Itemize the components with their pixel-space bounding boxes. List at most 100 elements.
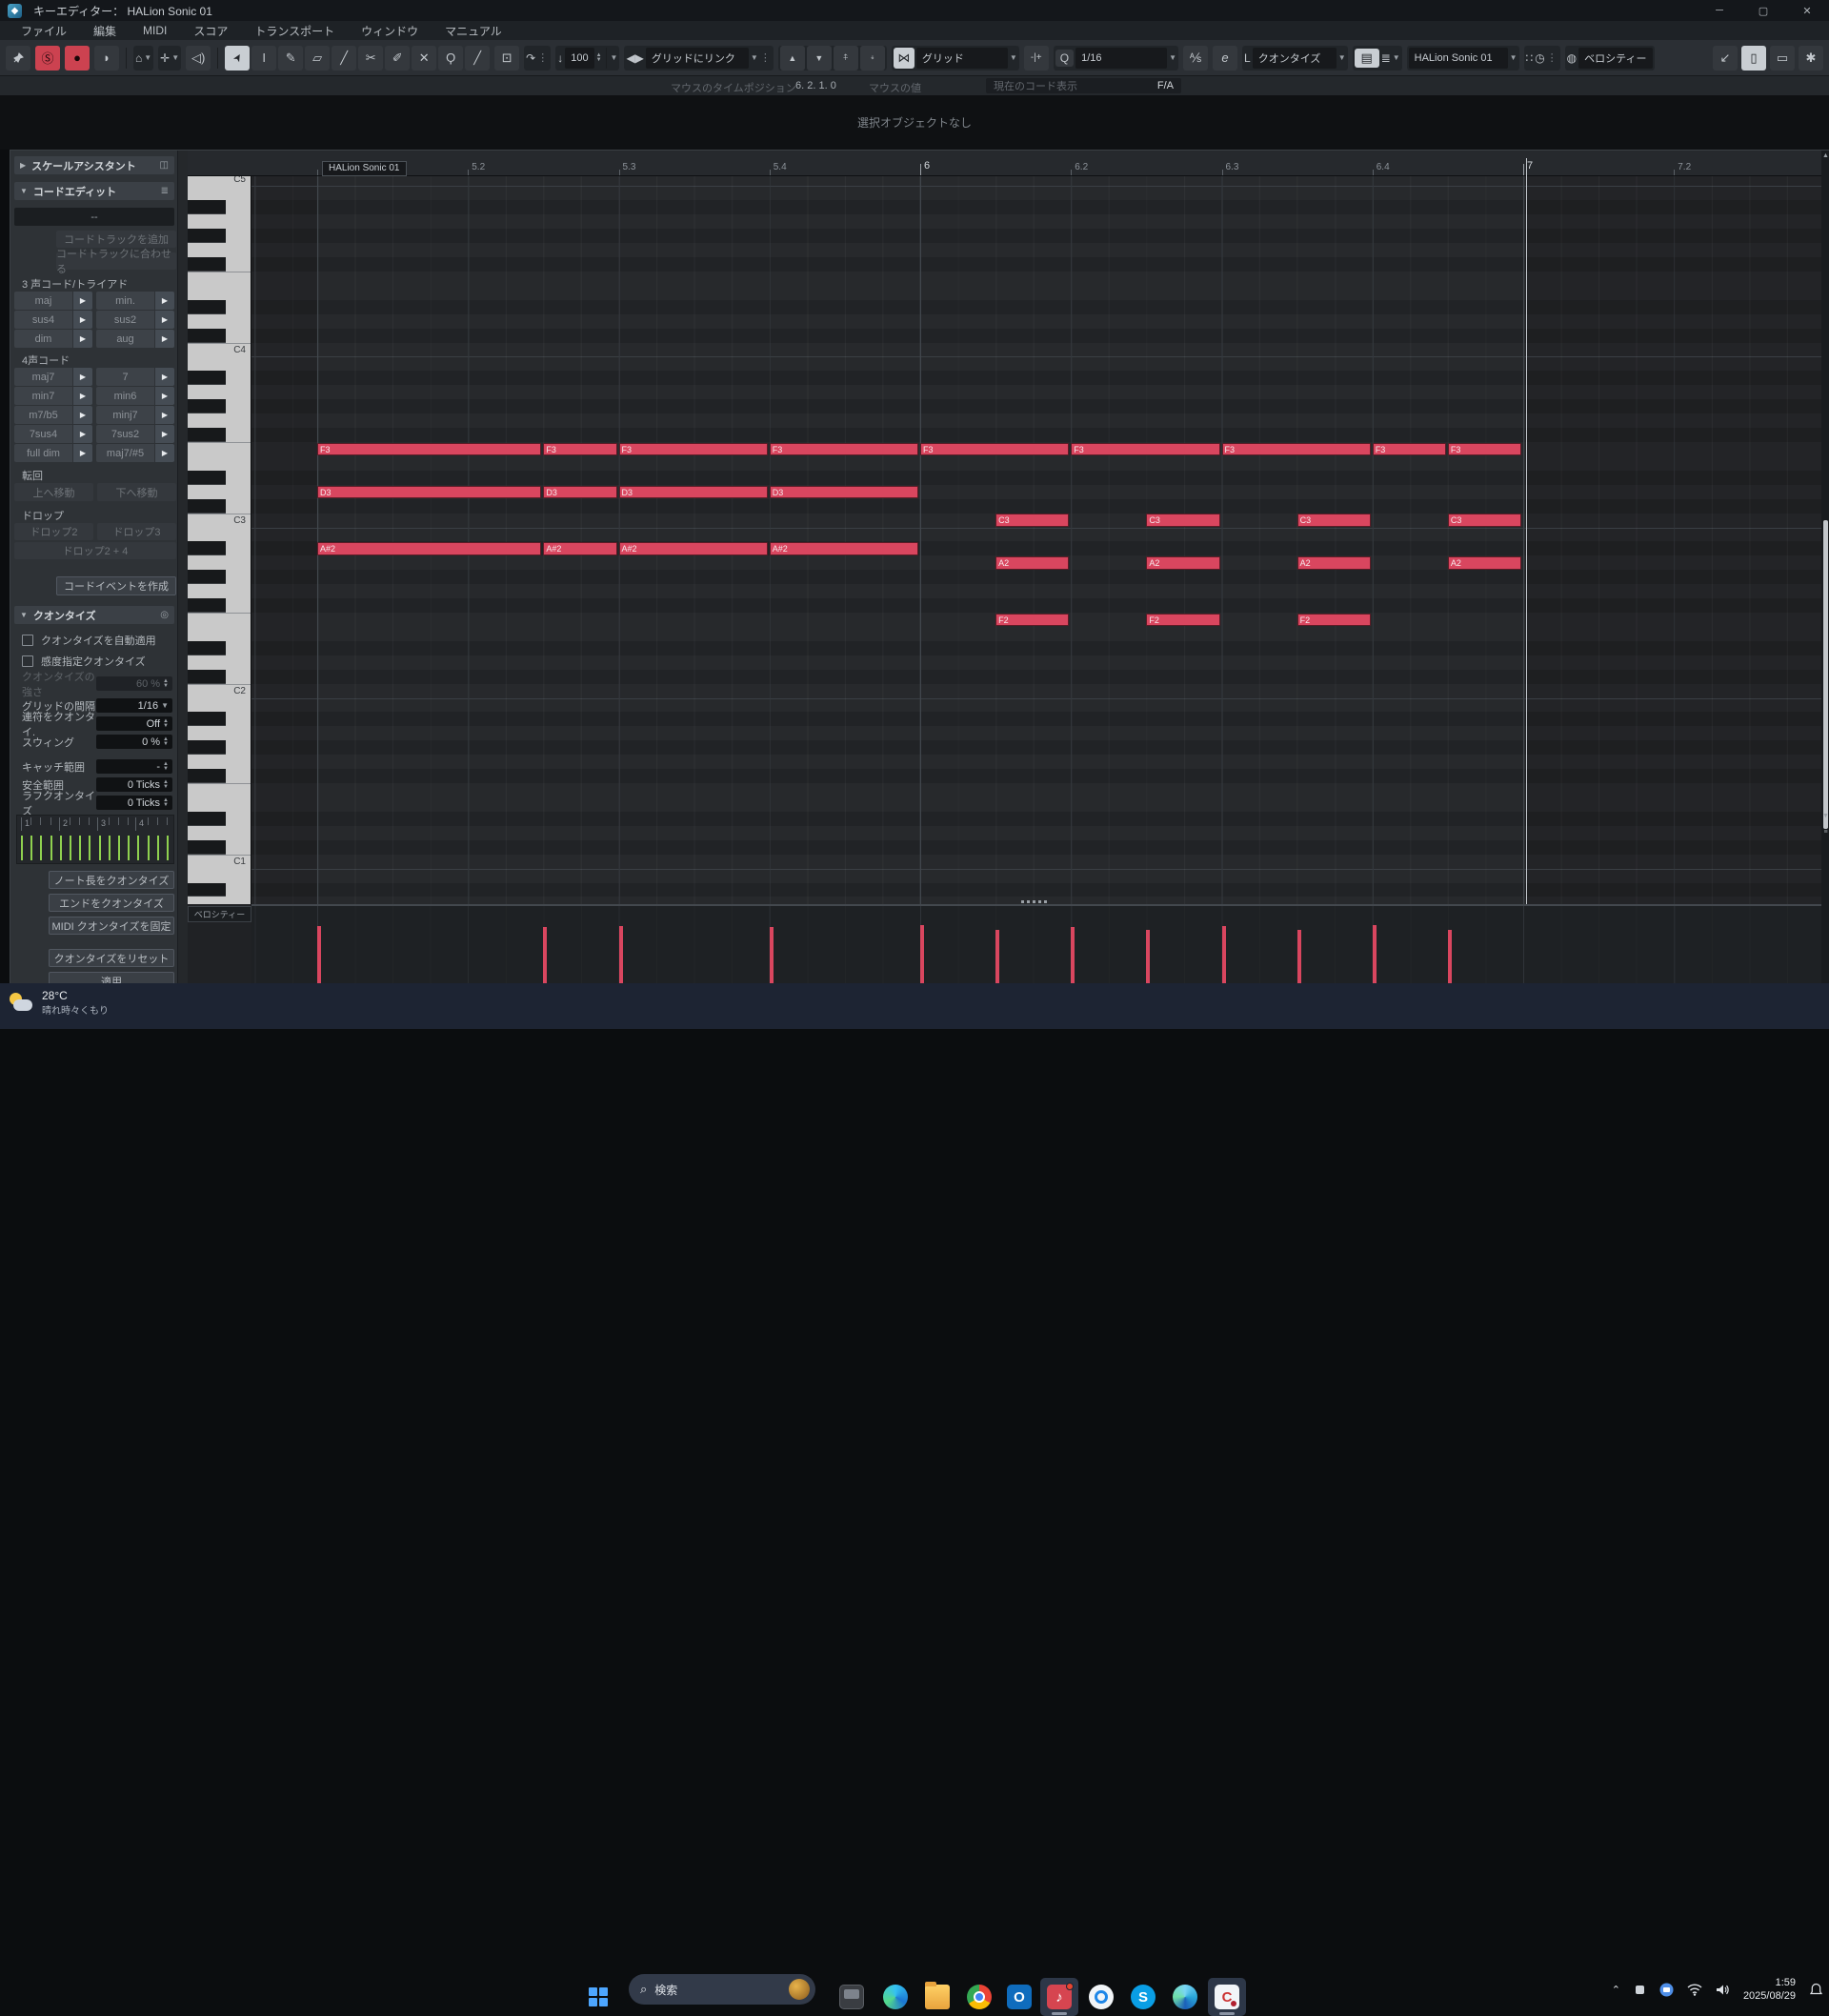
midi-note-F3[interactable]: F3	[1373, 443, 1446, 456]
velocity-bar[interactable]	[1222, 926, 1226, 984]
chevron-down-icon[interactable]: ▼	[1510, 53, 1517, 62]
midi-note-D3[interactable]: D3	[770, 486, 918, 499]
chord-label[interactable]: m7/b5	[14, 406, 72, 424]
vertical-scrollbar[interactable]: ▲ ▼ ≡	[1821, 151, 1829, 986]
quantize-button-2[interactable]: MIDI クオンタイズを固定	[49, 917, 174, 935]
weather-widget[interactable]: 28°C 晴れ時々くもり	[10, 989, 109, 1017]
part-name-tag[interactable]: HALion Sonic 01	[322, 161, 407, 176]
chevron-down-icon[interactable]: ▼	[1169, 53, 1176, 62]
volume-icon[interactable]	[1716, 1984, 1730, 1996]
menu-ファイル[interactable]: ファイル	[10, 21, 78, 41]
drop2-button[interactable]: ドロップ2	[14, 523, 93, 540]
midi-note-A2[interactable]: A2	[1297, 556, 1371, 570]
taskbar-search[interactable]: ⌕ 検索	[629, 1974, 815, 2005]
triad-min[interactable]: min.▶	[96, 292, 174, 310]
chord-label[interactable]: maj7	[14, 368, 72, 386]
taskbar-app-phone-link[interactable]	[1082, 1978, 1120, 2016]
move-up-button[interactable]: 上へ移動	[14, 483, 93, 501]
zoom-widget-icon[interactable]: ≡	[1821, 829, 1829, 836]
show-part-borders-icon[interactable]: ▤	[1355, 49, 1379, 68]
piano-key-black[interactable]	[188, 883, 226, 897]
insert-velocity-value[interactable]: 100	[565, 48, 593, 69]
chord-arrow-icon[interactable]: ▶	[73, 406, 92, 424]
chevron-down-icon[interactable]: ▼	[751, 53, 758, 62]
midi-note-F2[interactable]: F2	[995, 614, 1069, 627]
eraser-tool[interactable]: ▱	[305, 46, 330, 71]
chevron-down-icon[interactable]: ▼	[1338, 53, 1346, 62]
midi-note-C3[interactable]: C3	[1146, 514, 1219, 527]
seventh-min6[interactable]: min6▶	[96, 387, 174, 405]
notification-bell-icon[interactable]	[1809, 1983, 1823, 1997]
chord-label[interactable]: sus4	[14, 311, 72, 329]
seventh-maj75[interactable]: maj7/#5▶	[96, 444, 174, 462]
snap-mode-select[interactable]: グリッド	[916, 48, 1008, 69]
start-button[interactable]	[579, 1978, 617, 2016]
seventh-fulldim[interactable]: full dim▶	[14, 444, 92, 462]
chord-label[interactable]: min6	[96, 387, 154, 405]
midi-note-A2[interactable]: A2	[995, 556, 1069, 570]
checkbox-icon[interactable]	[22, 635, 33, 646]
quantize-row-value[interactable]: Off▲▼	[96, 716, 172, 731]
velocity-bar[interactable]	[1373, 925, 1377, 984]
triad-sus2[interactable]: sus2▶	[96, 311, 174, 329]
move-down-octave-icon[interactable]: ⍖	[860, 46, 885, 71]
triad-sus4[interactable]: sus4▶	[14, 311, 92, 329]
trim-tool[interactable]: ╱	[332, 46, 356, 71]
piano-key-black[interactable]	[188, 300, 226, 314]
move-down-button[interactable]: 下へ移動	[97, 483, 176, 501]
chord-arrow-icon[interactable]: ▶	[155, 444, 174, 462]
piano-key-black[interactable]	[188, 428, 226, 442]
piano-key-black[interactable]	[188, 570, 226, 584]
triad-aug[interactable]: aug▶	[96, 330, 174, 348]
midi-note-F3[interactable]: F3	[619, 443, 768, 456]
velocity-bar[interactable]	[619, 926, 623, 984]
nudge-icon[interactable]: -|+	[1024, 46, 1049, 71]
midi-input-icon[interactable]: ◷	[1535, 51, 1544, 65]
chord-label[interactable]: maj	[14, 292, 72, 310]
taskbar-app-browser2[interactable]	[1166, 1978, 1204, 2016]
note-expression-icon[interactable]: ✛	[160, 51, 170, 65]
midi-note-A#2[interactable]: A#2	[317, 542, 541, 555]
chord-label[interactable]: dim	[14, 330, 72, 348]
piano-keyboard[interactable]: C5C4C3C2C1	[188, 176, 251, 904]
chord-edit-header[interactable]: ▼ コードエディット ≣	[14, 182, 174, 200]
active-part-select[interactable]: HALion Sonic 01	[1409, 48, 1508, 69]
quantize-button-0[interactable]: ノート長をクオンタイズ	[49, 871, 174, 889]
midi-note-A#2[interactable]: A#2	[619, 542, 768, 555]
seventh-7sus2[interactable]: 7sus2▶	[96, 425, 174, 443]
chevron-down-icon[interactable]: ▼	[1010, 53, 1017, 62]
tray-chevron-up-icon[interactable]: ⌃	[1612, 1984, 1620, 1996]
velocity-bar[interactable]	[543, 927, 547, 984]
scrollbar-thumb[interactable]	[1823, 520, 1828, 829]
midi-note-F3[interactable]: F3	[317, 443, 541, 456]
menu-マニュアル[interactable]: マニュアル	[433, 21, 513, 41]
chord-arrow-icon[interactable]: ▶	[155, 292, 174, 310]
midi-note-F3[interactable]: F3	[543, 443, 616, 456]
move-up-octave-icon[interactable]: ⍏	[834, 46, 858, 71]
chevron-down-icon[interactable]: ▼	[611, 53, 618, 62]
midi-note-D3[interactable]: D3	[619, 486, 768, 499]
taskbar-app-chrome[interactable]	[960, 1978, 998, 2016]
velocity-bar[interactable]	[995, 930, 999, 984]
taskbar-app-system[interactable]	[833, 1978, 871, 2016]
piano-key-black[interactable]	[188, 399, 226, 413]
triad-dim[interactable]: dim▶	[14, 330, 92, 348]
drop24-button[interactable]: ドロップ2 + 4	[14, 542, 176, 559]
match-chord-track-button[interactable]: コードトラックに合わせる	[56, 252, 176, 270]
piano-key-black[interactable]	[188, 200, 226, 214]
chord-arrow-icon[interactable]: ▶	[155, 406, 174, 424]
midi-note-F3[interactable]: F3	[920, 443, 1069, 456]
iq-checkbox-row[interactable]: 感度指定クオンタイズ	[22, 654, 146, 669]
zoom-tool[interactable]: Ϙ	[438, 46, 463, 71]
quantize-row-value[interactable]: 0 Ticks▲▼	[96, 796, 172, 810]
edit-active-part-icon[interactable]: ≣	[1381, 51, 1391, 65]
velocity-bar[interactable]	[1146, 930, 1150, 984]
midi-note-C3[interactable]: C3	[1448, 514, 1521, 527]
taskbar-app-edge[interactable]	[876, 1978, 914, 2016]
seventh-min7[interactable]: min7▶	[14, 387, 92, 405]
drop3-button[interactable]: ドロップ3	[97, 523, 176, 540]
taskbar-clock[interactable]: 1:59 2025/08/29	[1743, 1976, 1796, 2003]
quantize-row-value[interactable]: 1/16▼	[96, 698, 172, 713]
velocity-bar[interactable]	[770, 927, 774, 984]
seventh-minj7[interactable]: minj7▶	[96, 406, 174, 424]
